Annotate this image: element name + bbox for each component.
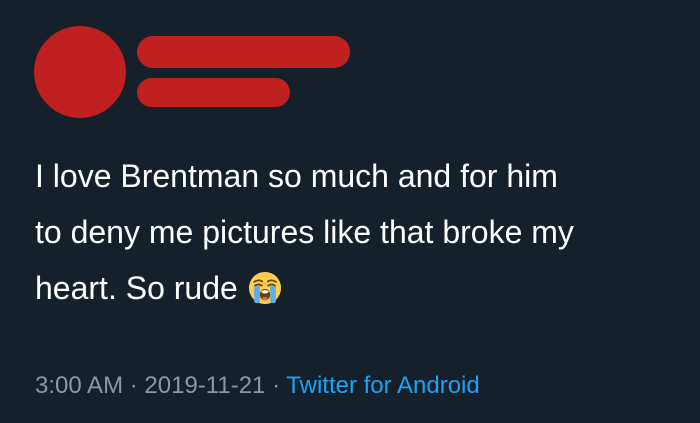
tweet-text-line-3: heart. So rude — [35, 270, 238, 306]
tweet-meta: 3:00 AM · 2019-11-21 · Twitter for Andro… — [35, 371, 480, 401]
tweet-date[interactable]: 2019-11-21 — [144, 372, 265, 399]
tweet-card: I love Brentman so much and for him to de… — [0, 0, 700, 423]
tweet-text: I love Brentman so much and for him to de… — [35, 148, 675, 316]
tweet-time[interactable]: 3:00 AM — [35, 372, 123, 399]
redacted-display-name[interactable] — [137, 36, 350, 68]
meta-separator-1: · — [129, 372, 138, 399]
meta-separator-2: · — [272, 372, 281, 399]
tweet-text-line-1: I love Brentman so much and for him — [35, 158, 558, 194]
redacted-avatar[interactable] — [34, 26, 126, 118]
tweet-text-line-2: to deny me pictures like that broke my — [35, 214, 574, 250]
tweet-source-link[interactable]: Twitter for Android — [286, 372, 479, 399]
loudly-crying-face-icon — [248, 271, 281, 305]
redacted-handle[interactable] — [137, 78, 290, 107]
